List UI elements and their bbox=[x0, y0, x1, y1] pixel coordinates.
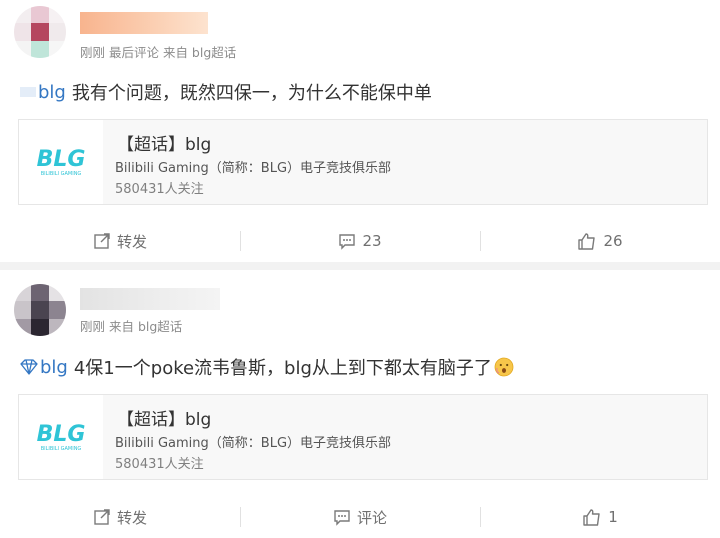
post-text: 我有个问题，既然四保一，为什么不能保中单 bbox=[71, 83, 432, 104]
comment-count: 23 bbox=[362, 232, 382, 250]
comment-label: 评论 bbox=[356, 508, 387, 527]
post-content: blg 4保1一个poke流韦鲁斯，blg从上到下都太有脑子了 bbox=[20, 354, 514, 380]
topic-marker bbox=[20, 87, 36, 97]
repost-icon bbox=[94, 509, 110, 525]
like-button[interactable]: 26 bbox=[480, 219, 720, 263]
avatar[interactable] bbox=[14, 284, 66, 336]
blg-logo-text: BLG bbox=[37, 422, 86, 447]
post-text: 4保1一个poke流韦鲁斯，blg从上到下都太有脑子了 bbox=[73, 358, 492, 379]
username-blurred[interactable] bbox=[80, 288, 220, 310]
blg-logo: BLG BILIBILI GAMING bbox=[19, 395, 103, 479]
topic-link[interactable]: blg bbox=[40, 357, 68, 378]
supertopic-card[interactable]: BLG BILIBILI GAMING 【超话】blg Bilibili Gam… bbox=[18, 119, 708, 205]
comment-icon bbox=[334, 510, 350, 526]
like-button[interactable]: 1 bbox=[480, 495, 720, 538]
avatar[interactable] bbox=[14, 6, 66, 58]
repost-icon bbox=[94, 233, 110, 249]
surprised-emoji-icon bbox=[494, 357, 514, 377]
username-blurred[interactable] bbox=[80, 12, 208, 34]
blg-logo: BLG BILIBILI GAMING bbox=[19, 120, 103, 204]
diamond-icon bbox=[20, 359, 38, 375]
repost-label: 转发 bbox=[116, 232, 147, 251]
blg-logo-subtext: BILIBILI GAMING bbox=[41, 171, 82, 177]
blg-logo-text: BLG bbox=[37, 147, 86, 172]
post-content: blg 我有个问题，既然四保一，为什么不能保中单 bbox=[20, 79, 432, 105]
action-bar: 转发 评论 1 bbox=[0, 495, 720, 538]
repost-label: 转发 bbox=[116, 508, 147, 527]
supertopic-card[interactable]: BLG BILIBILI GAMING 【超话】blg Bilibili Gam… bbox=[18, 394, 708, 480]
card-title: 【超话】blg bbox=[117, 135, 212, 155]
topic-link[interactable]: blg bbox=[38, 82, 66, 103]
post-meta: 刚刚 来自 blg超话 bbox=[80, 319, 183, 334]
comment-icon bbox=[339, 234, 356, 250]
like-count: 1 bbox=[608, 508, 618, 526]
blg-logo-subtext: BILIBILI GAMING bbox=[41, 446, 82, 452]
weibo-post-2: 刚刚 来自 blg超话 blg 4保1一个poke流韦鲁斯，blg从上到下都太有… bbox=[0, 270, 720, 538]
thumbs-up-icon bbox=[578, 233, 596, 250]
action-bar: 转发 23 26 bbox=[0, 219, 720, 263]
comment-button[interactable]: 23 bbox=[240, 219, 480, 263]
card-description: Bilibili Gaming（简称：BLG）电子竞技俱乐部 bbox=[115, 436, 392, 451]
post-meta: 刚刚 最后评论 来自 blg超话 bbox=[80, 45, 237, 60]
repost-button[interactable]: 转发 bbox=[0, 495, 240, 538]
card-followers: 580431人关注 bbox=[115, 457, 204, 472]
thumbs-up-icon bbox=[583, 509, 600, 526]
comment-button[interactable]: 评论 bbox=[240, 495, 480, 538]
card-followers: 580431人关注 bbox=[115, 182, 204, 197]
card-description: Bilibili Gaming（简称：BLG）电子竞技俱乐部 bbox=[115, 161, 392, 176]
weibo-post-1: 刚刚 最后评论 来自 blg超话 blg 我有个问题，既然四保一，为什么不能保中… bbox=[0, 0, 720, 262]
card-title: 【超话】blg bbox=[117, 410, 212, 430]
repost-button[interactable]: 转发 bbox=[0, 219, 240, 263]
like-count: 26 bbox=[603, 232, 623, 250]
